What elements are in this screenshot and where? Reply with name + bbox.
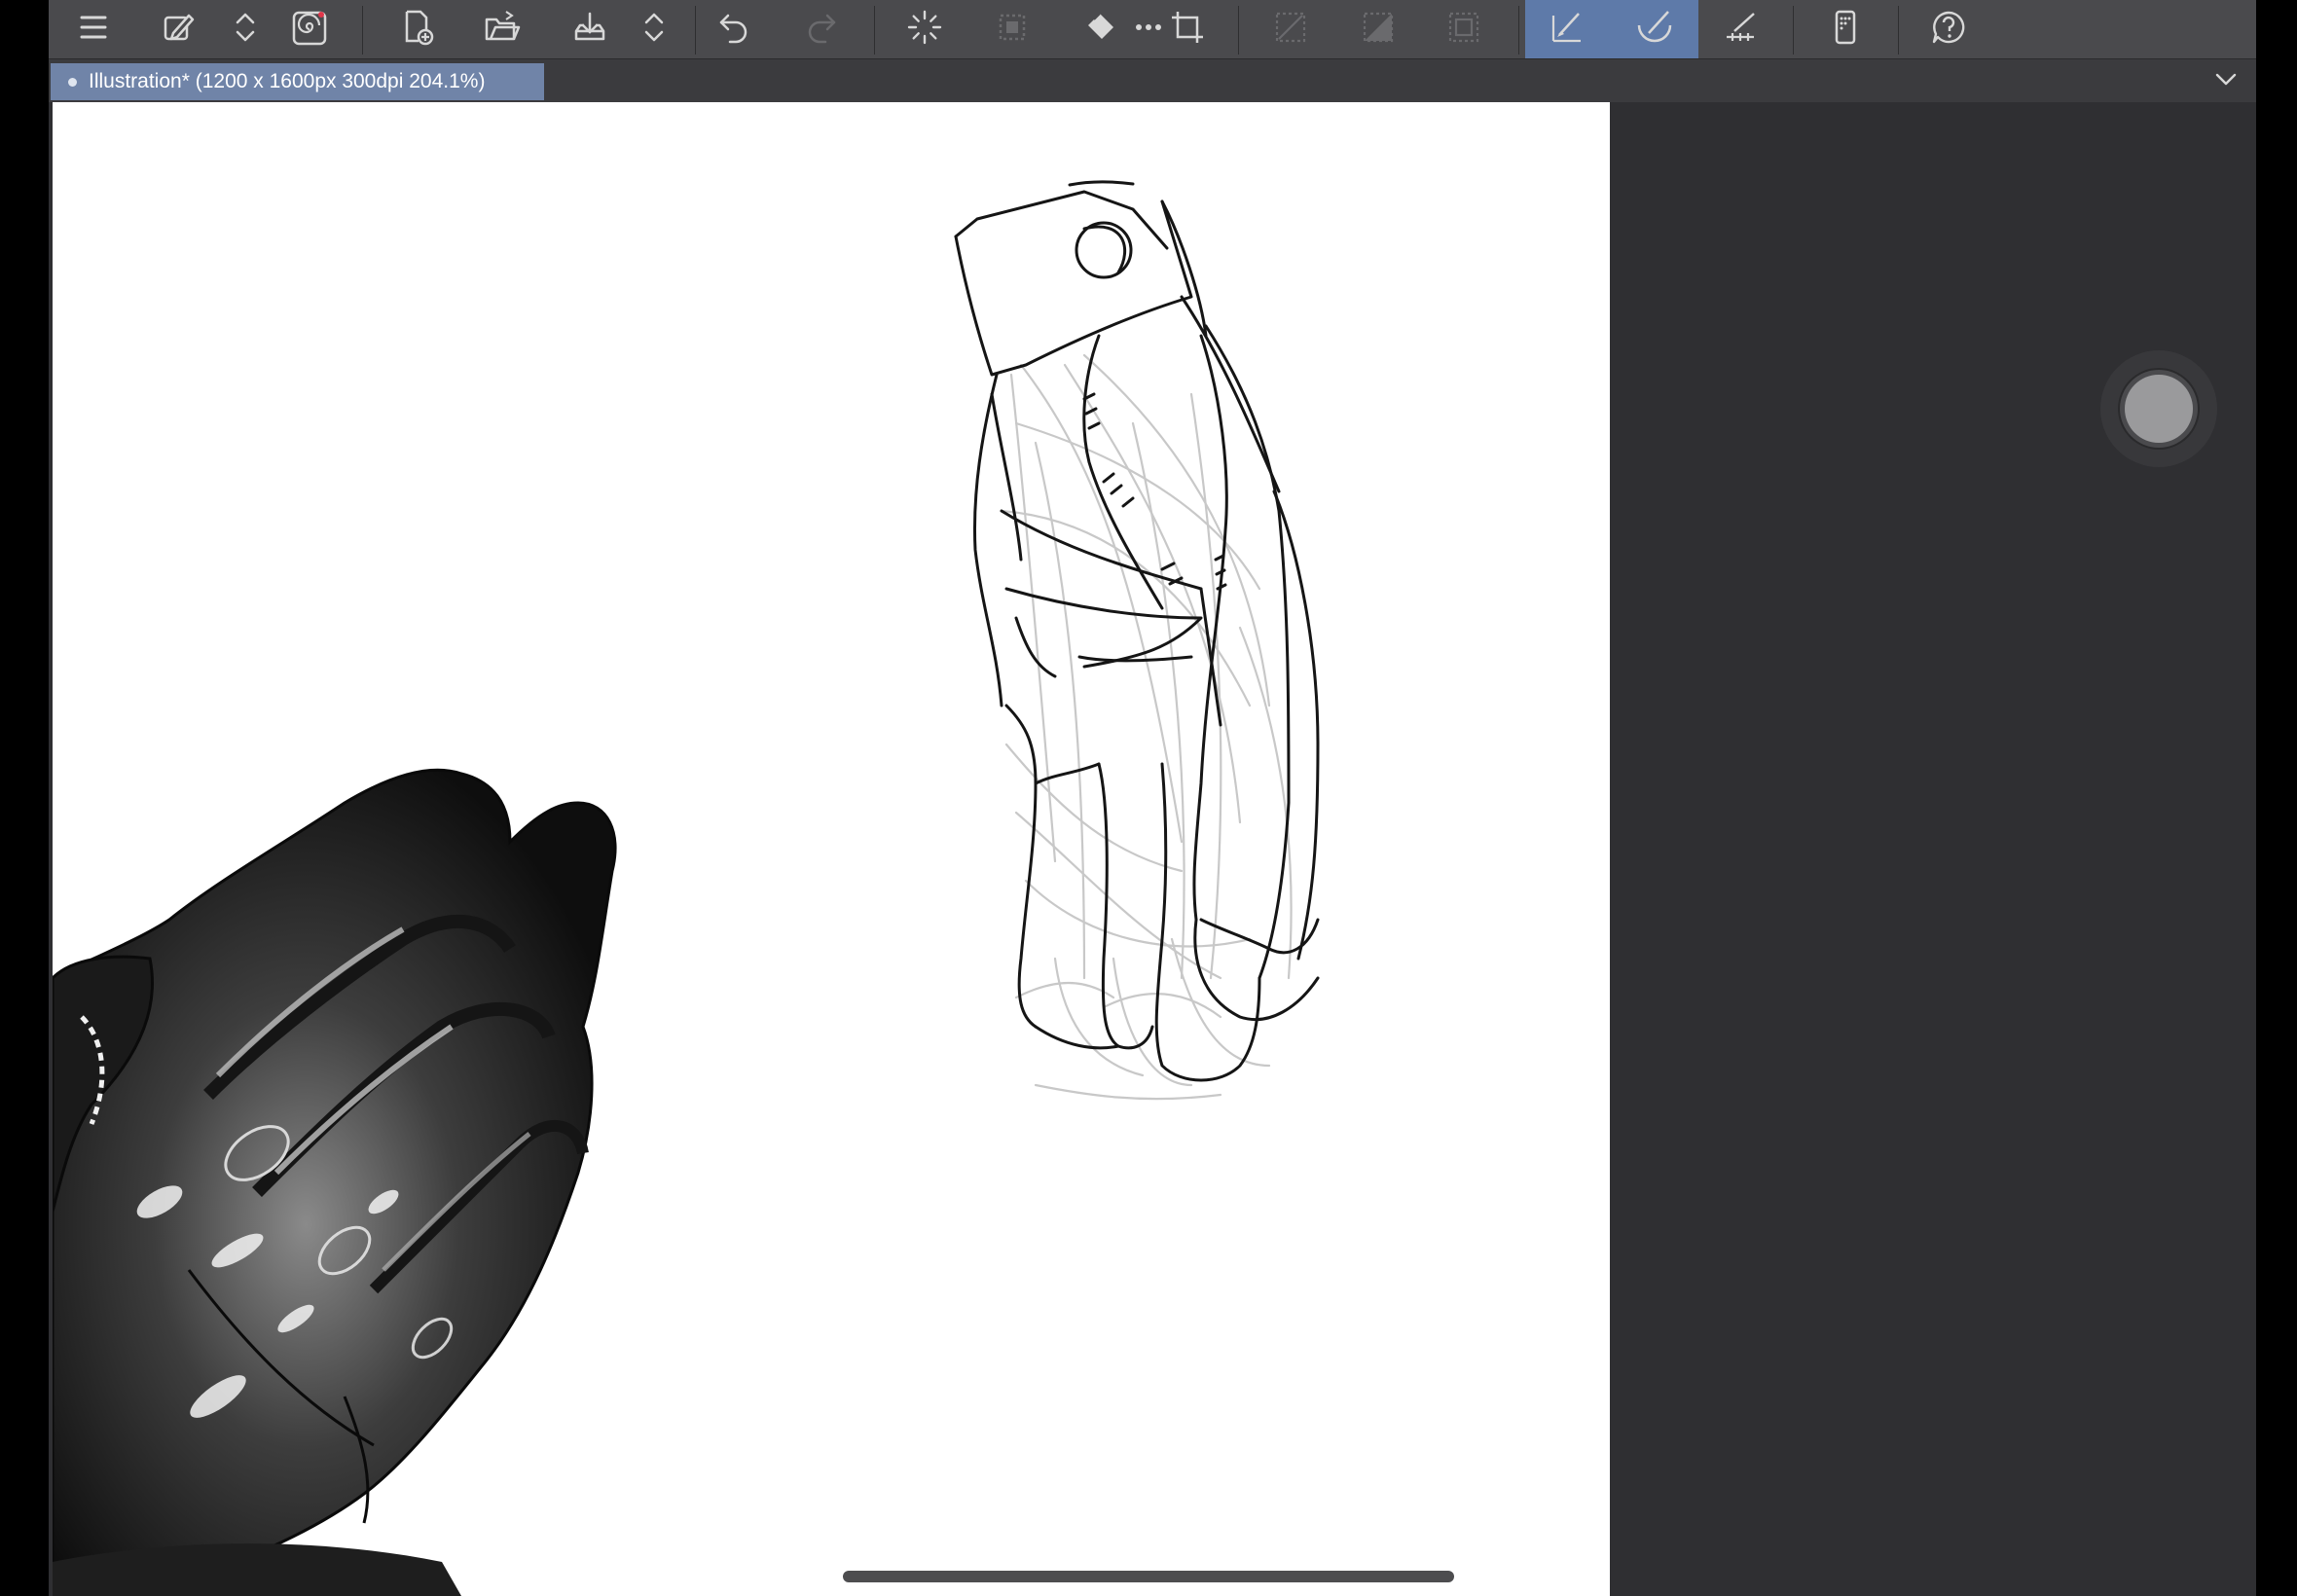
pen-snap-button[interactable] <box>1536 0 1598 58</box>
new-canvas-icon <box>397 8 436 52</box>
loading-spinner-icon <box>905 8 944 52</box>
open-folder-icon <box>483 8 522 52</box>
clip-studio-app: Illustration* (1200 x 1600px 300dpi 204.… <box>0 0 2297 1596</box>
open-button[interactable] <box>471 0 533 58</box>
menu-icon <box>74 8 113 52</box>
redo-button[interactable] <box>790 0 853 58</box>
scroll-bar[interactable] <box>843 1571 1454 1582</box>
ruler-snap-icon <box>1723 8 1762 52</box>
deselect-icon <box>993 8 1032 52</box>
document-title: Illustration* (1200 x 1600px 300dpi 204.… <box>89 70 486 92</box>
brush-size-dot <box>2125 375 2193 443</box>
transform-button[interactable] <box>1156 0 1219 58</box>
chevron-down-icon <box>2212 65 2240 97</box>
pen-snap-icon <box>1548 8 1586 52</box>
canvas-artwork <box>53 180 1320 1596</box>
menu-button[interactable] <box>62 0 125 58</box>
edit-brush-icon <box>160 8 199 52</box>
up-down-toggle-button[interactable] <box>224 0 267 58</box>
transform-icon <box>1168 8 1207 52</box>
invert-selection-button[interactable] <box>1347 0 1409 58</box>
invert-selection-icon <box>1359 8 1398 52</box>
clear-selection-icon <box>1271 8 1310 52</box>
brush-size-indicator[interactable] <box>2100 350 2217 467</box>
shaded-hand <box>53 768 617 1596</box>
document-tab-bar: Illustration* (1200 x 1600px 300dpi 204.… <box>49 59 2256 102</box>
save-options-button[interactable] <box>633 0 675 58</box>
edit-brush-button[interactable] <box>148 0 210 58</box>
left-edge <box>0 0 49 1596</box>
device-settings-button[interactable] <box>1814 0 1877 58</box>
right-edge <box>2256 0 2297 1596</box>
selection-border-button[interactable] <box>1433 0 1495 58</box>
document-tab[interactable]: Illustration* (1200 x 1600px 300dpi 204.… <box>51 63 544 100</box>
fill-icon <box>1080 8 1119 52</box>
undo-button[interactable] <box>703 0 765 58</box>
curve-snap-icon <box>1635 8 1674 52</box>
up-down-toggle-icon <box>226 8 265 52</box>
loading-button[interactable] <box>893 0 956 58</box>
redo-icon <box>802 8 841 52</box>
spiral-icon <box>290 8 329 52</box>
deselect-button[interactable] <box>981 0 1043 58</box>
ruler-snap-button[interactable] <box>1711 0 1773 58</box>
help-icon <box>1929 8 1968 52</box>
undo-icon <box>714 8 753 52</box>
save-icon <box>570 8 609 52</box>
drawing-canvas[interactable] <box>53 102 1610 1596</box>
curve-snap-button[interactable] <box>1623 0 1686 58</box>
clear-selection-button[interactable] <box>1259 0 1322 58</box>
help-button[interactable] <box>1917 0 1980 58</box>
save-options-icon <box>635 8 674 52</box>
tab-list-button[interactable] <box>2209 65 2242 96</box>
new-canvas-button[interactable] <box>385 0 448 58</box>
selection-border-icon <box>1444 8 1483 52</box>
command-bar <box>49 0 2256 59</box>
spiral-button[interactable] <box>278 0 341 58</box>
save-button[interactable] <box>559 0 621 58</box>
fill-button[interactable] <box>1069 0 1131 58</box>
unsaved-dot-icon <box>68 77 77 87</box>
device-settings-icon <box>1826 8 1865 52</box>
